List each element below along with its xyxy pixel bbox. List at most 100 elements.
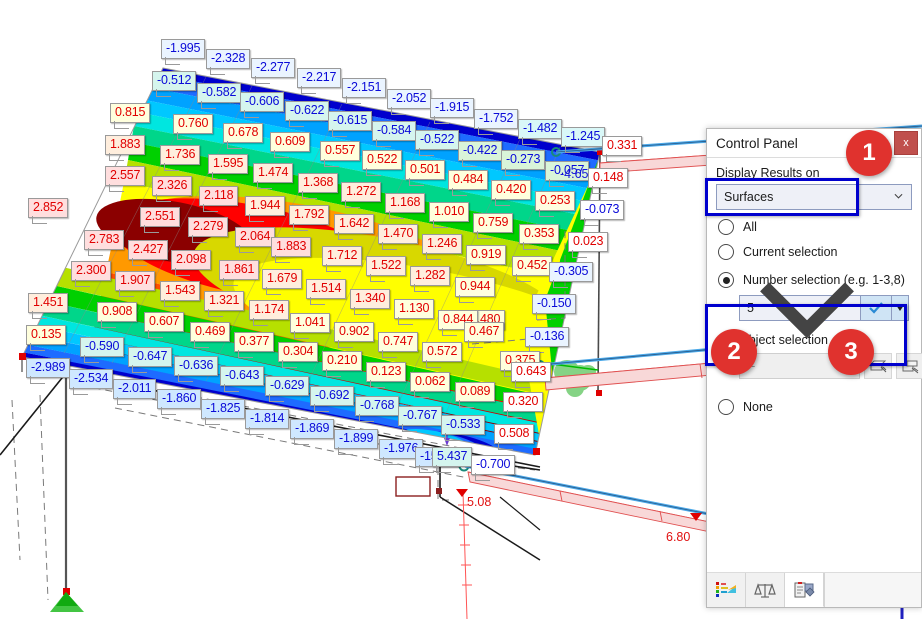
contour-value-label: 0.353 [519,224,560,250]
label-leader-line [468,339,483,348]
label-leader-line [495,197,510,206]
contour-value-label: -1.814 [245,409,290,435]
label-leader-line [275,254,290,263]
label-leader-line [266,286,281,295]
label-leader-line [302,190,317,199]
contour-value-label: -2.534 [69,369,114,395]
apply-button[interactable] [861,295,892,321]
contour-value-label: 2.852 [28,198,69,224]
contour-value-label: 0.557 [320,141,361,167]
radio-none[interactable] [718,399,734,415]
display-properties-icon [794,581,815,597]
label-leader-line [117,396,132,405]
label-leader-line [426,251,441,260]
tab-color-legend[interactable] [707,573,746,607]
contour-value-label: 1.642 [334,214,375,240]
contour-value-label: 0.135 [26,325,67,351]
tab-display-properties[interactable] [785,573,824,607]
label-leader-line [144,224,159,233]
close-button[interactable]: x [894,131,918,155]
radio-current-selection[interactable] [718,244,734,260]
contour-value-label: -0.512 [152,71,197,97]
contour-value-label: -0.629 [265,376,310,402]
label-leader-line [175,267,190,276]
contour-value-label: 1.451 [28,293,69,319]
contour-value-label: 0.919 [466,245,507,271]
label-leader-line [389,210,404,219]
label-leader-line [370,273,385,282]
label-leader-line [257,180,272,189]
callout-badge-3: 3 [828,329,874,375]
contour-value-label: 0.469 [190,322,231,348]
contour-value-label: 0.908 [97,302,138,328]
label-leader-line [177,131,192,140]
callout-badge-1: 1 [846,130,892,176]
contour-value-label: -1.860 [157,389,202,415]
label-leader-line [210,66,225,75]
label-leader-line [409,177,424,186]
tab-scales[interactable] [746,573,785,607]
contour-value-label: 1.543 [160,281,201,307]
contour-value-label: 0.062 [410,372,451,398]
radio-row-none[interactable]: None [718,399,912,415]
number-selection-input[interactable]: 5 [739,282,861,339]
contour-value-label: 2.326 [152,176,193,202]
label-leader-line [294,436,309,445]
label-leader-line [391,106,406,115]
contour-value-label: -1.995 [161,39,206,65]
contour-value-label: 2.783 [84,230,125,256]
label-leader-line [326,368,341,377]
radio-number-selection[interactable] [718,272,734,288]
label-leader-line [293,222,308,231]
label-leader-line [338,339,353,348]
label-leader-line [382,241,397,250]
contour-value-label: 1.168 [385,193,426,219]
contour-value-label: 0.484 [448,170,489,196]
contour-value-label: 0.508 [494,424,535,450]
contour-value-label: -0.073 [580,200,625,226]
label-leader-line [366,167,381,176]
label-leader-line [249,213,264,222]
footer-filler [824,573,921,607]
label-leader-line [164,162,179,171]
dimension-text: 5.08 [467,495,492,509]
label-leader-line [402,423,417,432]
label-leader-line [165,56,180,65]
contour-value-label: -0.768 [355,396,400,422]
label-leader-line [239,244,254,253]
display-results-on-select[interactable]: Surfaces [716,184,912,210]
apply-dropdown-button[interactable] [892,295,909,321]
label-leader-line [470,262,485,271]
label-leader-line [478,126,493,135]
contour-value-label: -0.692 [310,386,355,412]
label-leader-line [434,115,449,124]
label-leader-line [88,247,103,256]
label-leader-line [101,319,116,328]
label-leader-line [244,109,259,118]
label-leader-line [192,234,207,243]
contour-value-label: 1.010 [429,202,470,228]
contour-value-label: 1.174 [249,300,290,326]
label-leader-line [345,199,360,208]
number-selection-row[interactable]: 5 [739,282,909,339]
pick-objects-button[interactable] [896,353,922,379]
contour-value-label: 0.089 [455,382,496,408]
contour-value-label: -0.767 [398,406,443,432]
label-leader-line [523,241,538,250]
label-leader-line [442,327,457,336]
radio-row-all[interactable]: All [718,219,912,235]
label-leader-line [84,354,99,363]
contour-value-label: -0.273 [501,150,546,176]
radio-all[interactable] [718,219,734,235]
label-leader-line [462,158,477,167]
label-leader-line [208,308,223,317]
label-leader-line [32,310,47,319]
contour-value-label: -0.522 [415,130,460,156]
number-selection-value: 5 [747,301,754,315]
contour-value-label: 1.883 [271,237,312,263]
contour-value-label: -0.305 [549,262,594,288]
label-leader-line [507,409,522,418]
contour-value-label: -0.647 [128,347,173,373]
label-leader-line [332,128,347,137]
label-leader-line [419,147,434,156]
